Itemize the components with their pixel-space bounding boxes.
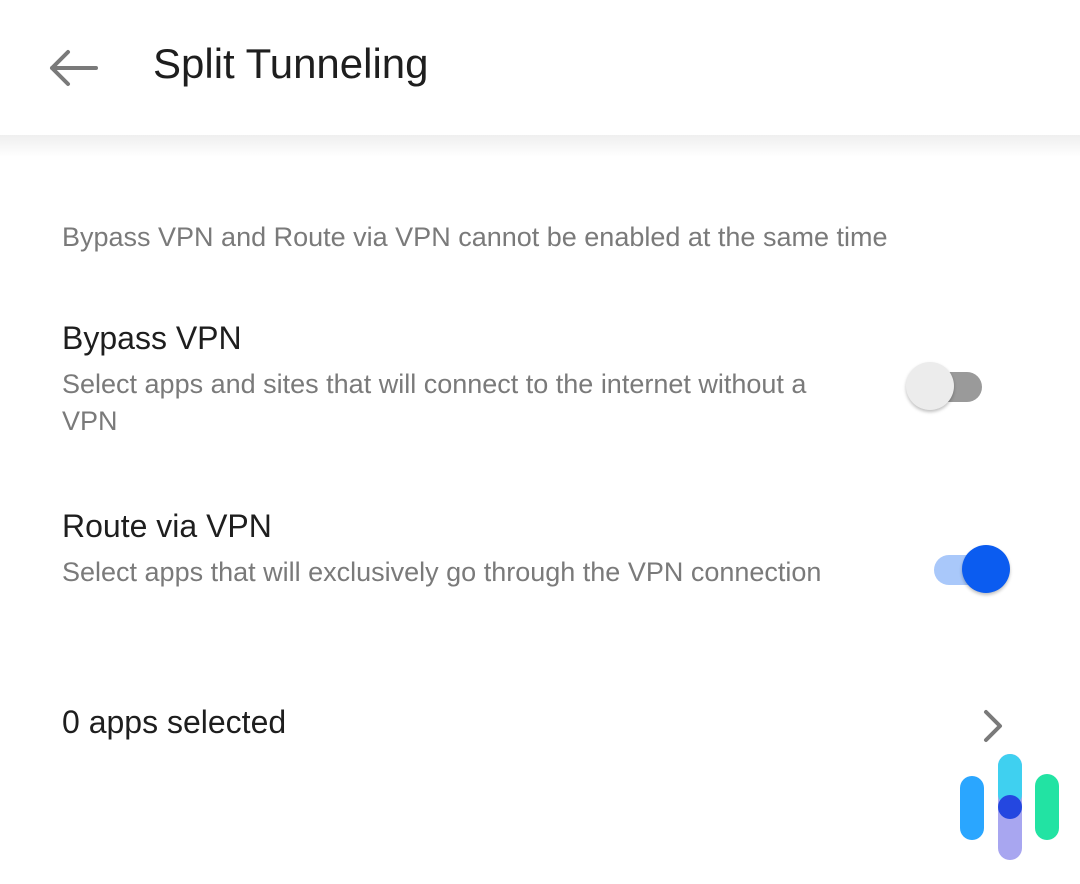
toggle-knob [962, 545, 1010, 593]
setting-description: Select apps and sites that will connect … [62, 369, 807, 436]
app-bar-shadow [0, 135, 1080, 157]
apps-selected-row[interactable]: 0 apps selected [0, 690, 1080, 760]
exclusivity-notice: Bypass VPN and Route via VPN cannot be e… [62, 222, 888, 252]
bypass-vpn-toggle[interactable] [906, 359, 990, 410]
chevron-right-icon [984, 710, 1002, 742]
toggle-knob [906, 362, 954, 410]
brand-logo-icon [960, 754, 1059, 860]
app-bar: Split Tunneling [0, 0, 1080, 135]
page-title: Split Tunneling [153, 40, 429, 87]
arrow-left-icon [50, 50, 98, 86]
setting-title: Route via VPN [62, 508, 272, 544]
route-via-vpn-toggle[interactable] [926, 542, 1010, 593]
back-button[interactable] [40, 40, 104, 96]
setting-title: Bypass VPN [62, 320, 242, 356]
setting-description: Select apps that will exclusively go thr… [62, 557, 822, 587]
apps-selected-label: 0 apps selected [62, 704, 287, 740]
